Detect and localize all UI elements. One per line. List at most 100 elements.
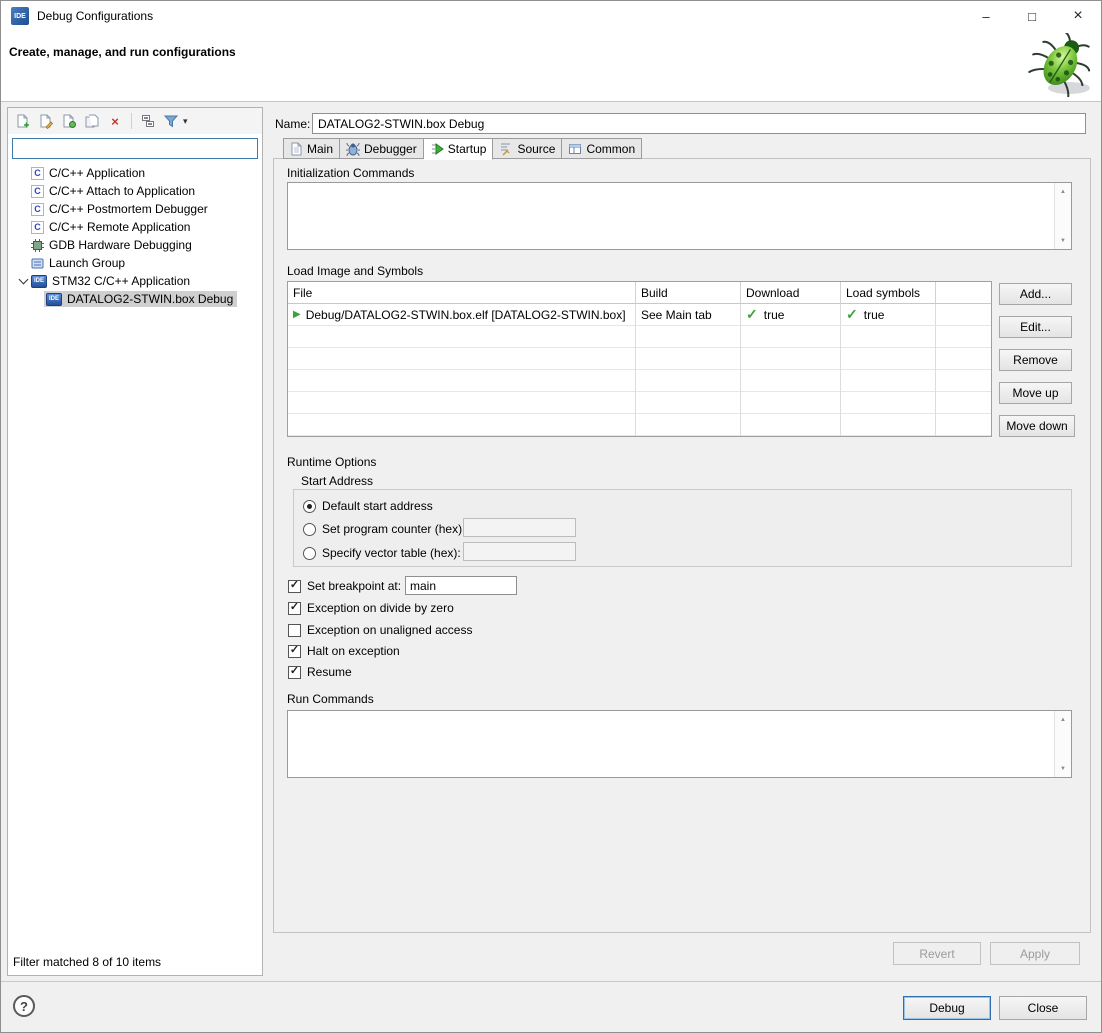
breakpoint-input[interactable] (405, 576, 517, 595)
configuration-editor: Name: Main Debugger Startup (273, 107, 1091, 976)
tree-item-label: STM32 C/C++ Application (52, 274, 191, 288)
tree-item-cpp-attach[interactable]: C C/C++ Attach to Application (8, 182, 262, 200)
maximize-icon[interactable]: □ (1009, 1, 1055, 31)
divide-by-zero-checkbox[interactable]: ✓ (288, 601, 301, 615)
tree-item-datalog2-debug[interactable]: IDE DATALOG2-STWIN.box Debug (8, 290, 262, 308)
filter-menu-caret-icon[interactable]: ▾ (183, 116, 188, 127)
vector-table-radio[interactable] (303, 546, 316, 560)
stm32-ide-icon: IDE (31, 274, 47, 288)
start-address-label: Start Address (301, 474, 374, 488)
tab-debugger[interactable]: Debugger (340, 138, 424, 159)
tree-item-stm32-application[interactable]: IDE STM32 C/C++ Application (8, 272, 262, 290)
tree-item-cpp-remote[interactable]: C C/C++ Remote Application (8, 218, 262, 236)
program-counter-radio[interactable] (303, 522, 316, 536)
run-commands-textarea[interactable]: ▲ ▼ (287, 710, 1072, 778)
tree-item-gdb-hardware[interactable]: GDB Hardware Debugging (8, 236, 262, 254)
set-breakpoint-row: ✓ Set breakpoint at: (288, 578, 401, 594)
scroll-down-icon[interactable]: ▼ (1055, 233, 1071, 248)
tab-label: Common (586, 141, 636, 156)
column-header-load-symbols[interactable]: Load symbols (841, 282, 936, 304)
tab-source[interactable]: Source (493, 138, 563, 159)
table-row-build-cell[interactable]: See Main tab (636, 304, 741, 326)
tab-startup[interactable]: Startup (423, 138, 494, 160)
halt-on-exception-label: Halt on exception (307, 644, 400, 658)
scrollbar[interactable]: ▲ ▼ (1054, 183, 1071, 249)
grid-line (635, 326, 636, 436)
new-configuration-icon[interactable] (14, 112, 32, 130)
scroll-up-icon[interactable]: ▲ (1055, 712, 1071, 727)
vector-table-input[interactable] (463, 542, 576, 561)
download-cell-text: true (763, 307, 785, 322)
unaligned-access-row: Exception on unaligned access (288, 622, 472, 638)
resume-checkbox[interactable]: ✓ (288, 665, 301, 679)
help-button[interactable]: ? (13, 995, 35, 1017)
table-row-download-cell[interactable]: ✓ true (741, 304, 841, 326)
table-row-file-cell[interactable]: ▶ Debug/DATALOG2-STWIN.box.elf [DATALOG2… (288, 304, 636, 326)
tab-bar: Main Debugger Startup Source Common (283, 138, 643, 160)
title-bar: IDE Debug Configurations – □ × (1, 1, 1101, 31)
divide-by-zero-row: ✓ Exception on divide by zero (288, 600, 454, 616)
file-cell-text: Debug/DATALOG2-STWIN.box.elf [DATALOG2-S… (305, 307, 626, 322)
close-icon[interactable]: × (1055, 1, 1101, 31)
edit-button[interactable]: Edit... (999, 316, 1072, 338)
program-counter-label: Set program counter (hex): (322, 522, 466, 536)
filter-icon[interactable] (162, 112, 180, 130)
default-start-label: Default start address (322, 499, 433, 513)
move-down-button[interactable]: Move down (999, 415, 1075, 437)
set-breakpoint-checkbox[interactable]: ✓ (288, 579, 301, 593)
collapse-all-icon[interactable] (139, 112, 157, 130)
check-icon: ✓ (746, 306, 758, 322)
column-header-extra[interactable] (936, 282, 991, 304)
column-header-build[interactable]: Build (636, 282, 741, 304)
close-button[interactable]: Close (999, 996, 1087, 1020)
minimize-icon[interactable]: – (963, 1, 1009, 31)
tree-item-cpp-application[interactable]: C C/C++ Application (8, 164, 262, 182)
name-label: Name: (275, 117, 311, 131)
scrollbar[interactable]: ▲ ▼ (1054, 711, 1071, 777)
c-application-icon: C (31, 184, 44, 198)
apply-button[interactable]: Apply (990, 942, 1080, 965)
vector-table-label: Specify vector table (hex): (322, 546, 461, 560)
selected-tree-item: IDE DATALOG2-STWIN.box Debug (44, 291, 238, 307)
table-row-extra-cell[interactable] (936, 304, 991, 326)
tree-item-label: Launch Group (49, 256, 126, 270)
run-commands-label: Run Commands (287, 692, 374, 706)
launch-group-icon (31, 257, 44, 270)
scroll-up-icon[interactable]: ▲ (1055, 184, 1071, 199)
scroll-down-icon[interactable]: ▼ (1055, 761, 1071, 776)
default-start-radio[interactable] (303, 499, 316, 513)
unaligned-access-checkbox[interactable] (288, 623, 301, 637)
duplicate-configuration-icon[interactable] (37, 112, 55, 130)
tab-main[interactable]: Main (283, 138, 341, 159)
export-configuration-icon[interactable] (83, 112, 101, 130)
filter-input[interactable] (12, 138, 258, 159)
table-row-load-symbols-cell[interactable]: ✓ true (841, 304, 936, 326)
tab-label: Startup (447, 142, 487, 156)
table-empty-area[interactable] (288, 326, 991, 436)
debug-button[interactable]: Debug (903, 996, 991, 1020)
column-header-download[interactable]: Download (741, 282, 841, 304)
column-header-file[interactable]: File (288, 282, 636, 304)
add-button[interactable]: Add... (999, 283, 1072, 305)
tab-common[interactable]: Common (562, 138, 643, 159)
name-input[interactable] (312, 113, 1086, 134)
tree-item-launch-group[interactable]: Launch Group (8, 254, 262, 272)
debug-configurations-window: IDE Debug Configurations – □ × Create, m… (0, 0, 1102, 1033)
init-commands-textarea[interactable]: ▲ ▼ (287, 182, 1072, 250)
stm32-ide-icon: IDE (46, 292, 62, 306)
revert-button[interactable]: Revert (893, 942, 981, 965)
tree-item-cpp-postmortem[interactable]: C C/C++ Postmortem Debugger (8, 200, 262, 218)
common-tab-icon (568, 142, 582, 156)
remove-button[interactable]: Remove (999, 349, 1072, 371)
new-prototype-icon[interactable] (60, 112, 78, 130)
program-counter-input[interactable] (463, 518, 576, 537)
check-icon: ✓ (289, 579, 300, 591)
init-commands-label: Initialization Commands (287, 166, 415, 180)
halt-on-exception-checkbox[interactable]: ✓ (288, 644, 301, 658)
check-icon: ✓ (289, 644, 300, 656)
move-up-button[interactable]: Move up (999, 382, 1072, 404)
delete-configuration-icon[interactable]: × (106, 112, 124, 130)
divide-by-zero-label: Exception on divide by zero (307, 601, 454, 615)
tree-item-label: C/C++ Remote Application (49, 220, 191, 234)
c-application-icon: C (31, 220, 44, 234)
